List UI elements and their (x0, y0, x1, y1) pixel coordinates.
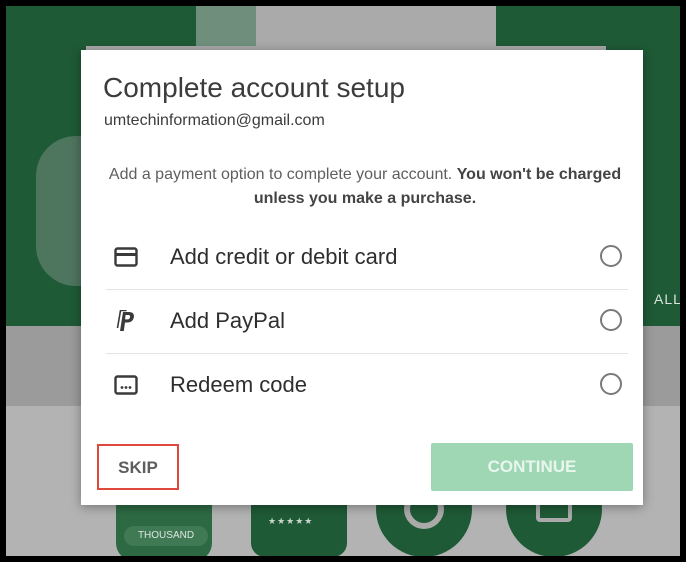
option-paypal-radio[interactable] (600, 309, 622, 331)
option-paypal-label: Add PayPal (170, 308, 285, 333)
option-redeem-code[interactable]: Redeem code (106, 354, 628, 417)
option-credit-card[interactable]: Add credit or debit card (106, 226, 628, 290)
dialog-description: Add a payment option to complete your ac… (105, 163, 625, 211)
option-redeem-code-label: Redeem code (170, 372, 307, 397)
background-header-tab (196, 6, 256, 46)
option-paypal[interactable]: Add PayPal (106, 290, 628, 354)
option-redeem-code-radio[interactable] (600, 373, 622, 395)
description-text: Add a payment option to complete your ac… (108, 166, 453, 183)
account-setup-dialog: Complete account setup umtechinformation… (81, 50, 643, 505)
background-header-right (496, 6, 680, 46)
background-badge-label: THOUSAND (124, 526, 208, 546)
account-email: umtechinformation@gmail.com (104, 112, 325, 129)
gift-card-icon (114, 375, 138, 395)
skip-button[interactable]: SKIP (97, 444, 179, 490)
payment-options-list: Add credit or debit card Add PayPal Rede… (106, 226, 628, 417)
credit-card-icon (114, 247, 138, 267)
continue-button[interactable]: CONTINUE (431, 443, 633, 491)
background-badge-stars: ★★★★★ (268, 516, 314, 526)
option-credit-card-radio[interactable] (600, 245, 622, 267)
screen: ALL 10 THOUSAND ★★★★★ Complete account s… (6, 6, 680, 556)
paypal-icon (116, 310, 134, 331)
background-see-all-text: ALL (654, 291, 680, 307)
option-credit-card-label: Add credit or debit card (170, 244, 398, 269)
dialog-title: Complete account setup (103, 72, 405, 103)
background-header-left (6, 6, 206, 46)
